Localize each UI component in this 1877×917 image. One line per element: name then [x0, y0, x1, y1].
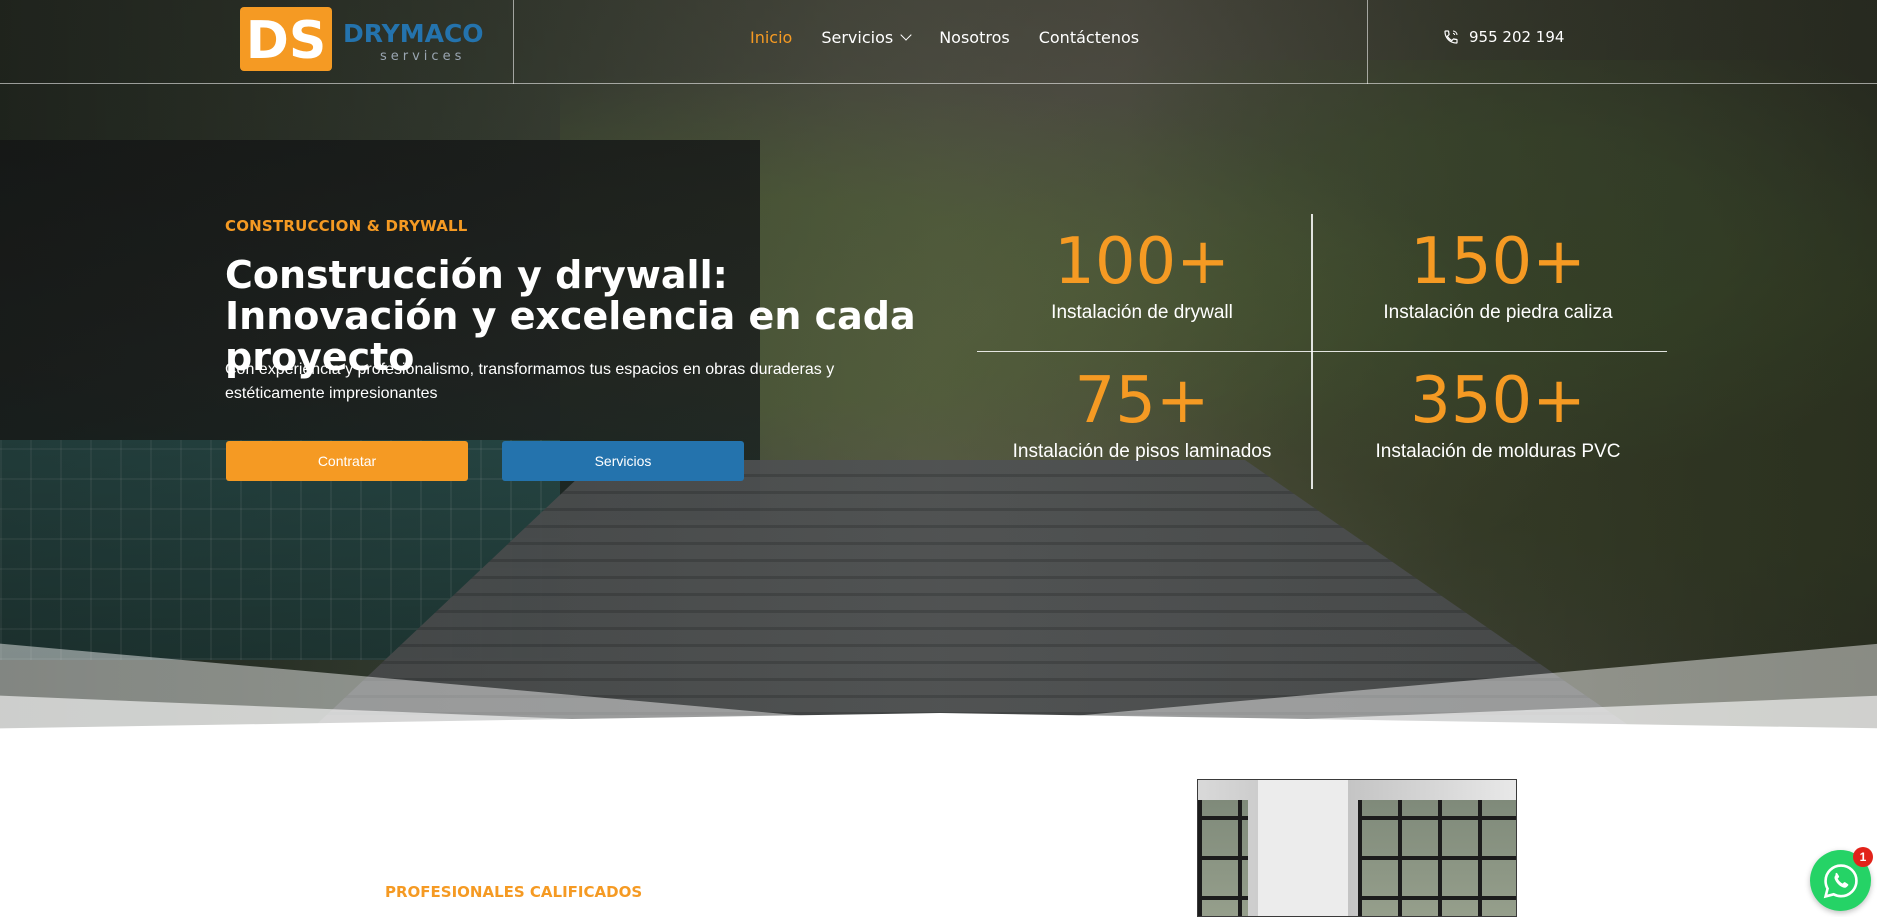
nav-contactenos[interactable]: Contáctenos [1039, 28, 1139, 47]
nav-inicio[interactable]: Inicio [750, 28, 792, 47]
stats-divider-horizontal [977, 351, 1667, 352]
site-header: DS DRYMACO services Inicio Servicios Nos… [0, 0, 1877, 84]
stats-divider-vertical [1311, 214, 1313, 489]
servicios-button[interactable]: Servicios [502, 441, 744, 481]
logo-tagline: services [380, 49, 465, 64]
hero-kicker: CONSTRUCCION & DRYWALL [225, 217, 468, 235]
stat-value: 100+ [1054, 225, 1230, 299]
nav-label: Contáctenos [1038, 28, 1140, 47]
header-divider [513, 0, 514, 84]
nav-nosotros[interactable]: Nosotros [939, 28, 1010, 47]
stat-label: Instalación de molduras PVC [1375, 441, 1621, 462]
chevron-down-icon [900, 29, 912, 41]
nav-label: Nosotros [939, 28, 1010, 47]
notification-badge: 1 [1853, 847, 1873, 867]
whatsapp-icon [1823, 863, 1858, 898]
section-kicker: PROFESIONALES CALIFICADOS [385, 883, 643, 901]
photo-window [1198, 800, 1248, 916]
site-logo[interactable]: DS DRYMACO services [238, 4, 494, 74]
hero-description: Con experiencia y profesionalismo, trans… [225, 361, 835, 402]
stat-label: Instalación de drywall [1051, 302, 1233, 323]
stat-piedra-caliza: 150+ Instalación de piedra caliza [1333, 226, 1663, 324]
stat-molduras-pvc: 350+ Instalación de molduras PVC [1333, 365, 1663, 463]
phone-icon [1444, 30, 1458, 44]
nav-label: Servicios [821, 28, 894, 47]
stat-drywall: 100+ Instalación de drywall [977, 226, 1307, 324]
stat-label: Instalación de pisos laminados [1012, 441, 1272, 462]
nav-label: Inicio [750, 28, 793, 47]
photo-column [1258, 780, 1348, 916]
contratar-button[interactable]: Contratar [226, 441, 468, 481]
main-nav: Inicio Servicios Nosotros Contáctenos [750, 28, 1168, 47]
phone-link[interactable]: 955 202 194 [1443, 28, 1564, 46]
stat-label: Instalación de piedra caliza [1383, 302, 1613, 323]
logo-graphic: DS DRYMACO services [240, 7, 484, 71]
logo-monogram: DS [246, 11, 327, 71]
phone-number: 955 202 194 [1469, 28, 1565, 46]
stat-pisos-laminados: 75+ Instalación de pisos laminados [977, 365, 1307, 463]
project-photo [1197, 779, 1517, 917]
header-divider [1367, 0, 1368, 84]
photo-window [1358, 800, 1516, 916]
nav-servicios[interactable]: Servicios [821, 28, 912, 47]
logo-brand: DRYMACO [343, 19, 484, 48]
stat-value: 75+ [1074, 364, 1210, 438]
stat-value: 150+ [1410, 225, 1586, 299]
stat-value: 350+ [1410, 364, 1586, 438]
